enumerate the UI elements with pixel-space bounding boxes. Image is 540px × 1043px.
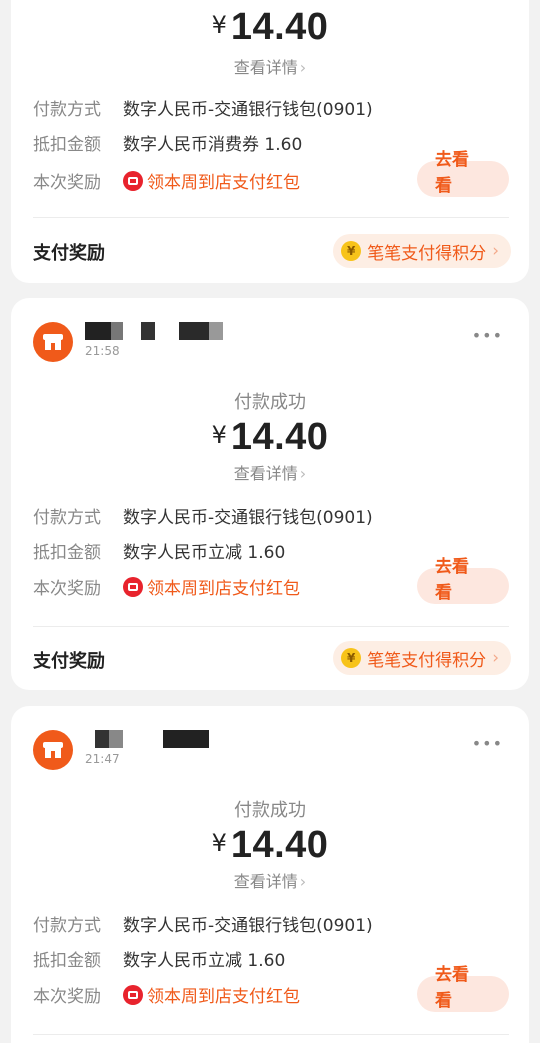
chevron-right-icon: ›	[492, 241, 499, 261]
go-see-button[interactable]: 去看看	[417, 150, 509, 197]
view-details-label: 查看详情	[233, 464, 298, 483]
view-details-link[interactable]: 查看详情 ›	[11, 54, 529, 78]
deduction-value: 数字人民币立减 1.60	[123, 543, 286, 563]
currency-symbol: ¥	[211, 421, 227, 449]
payment-method-value: 数字人民币-交通银行钱包(0901)	[123, 508, 373, 528]
gift-icon	[123, 576, 143, 597]
payment-status: 付款成功	[234, 800, 306, 821]
amount-value: 14.40	[230, 824, 329, 866]
transaction-time: 21:47	[85, 752, 120, 766]
pay-reward-title: 支付奖励	[33, 243, 105, 264]
reward-link[interactable]: 领本周到店支付红包	[123, 574, 300, 599]
chevron-right-icon: ›	[299, 58, 307, 77]
store-icon	[33, 730, 73, 770]
go-see-button[interactable]: 去看看	[417, 965, 509, 1012]
coin-icon: ¥	[341, 648, 362, 668]
reward-link[interactable]: 领本周到店支付红包	[123, 168, 300, 193]
payment-method-label: 付款方式	[33, 100, 101, 120]
payment-method-label: 付款方式	[33, 916, 101, 936]
view-details-link[interactable]: 查看详情 ›	[11, 460, 529, 484]
reward-text: 领本周到店支付红包	[147, 579, 300, 599]
amount-value: 14.40	[230, 6, 329, 48]
payment-method-row: 付款方式 数字人民币-交通银行钱包(0901)	[33, 95, 509, 121]
points-label: 笔笔支付得积分	[367, 650, 487, 671]
go-see-label: 去看看	[435, 150, 469, 196]
view-details-label: 查看详情	[233, 58, 298, 77]
divider	[33, 626, 509, 627]
chevron-right-icon: ›	[299, 464, 307, 483]
reward-label: 本次奖励	[33, 987, 101, 1007]
reward-text: 领本周到店支付红包	[147, 173, 300, 193]
amount: ¥14.40	[11, 416, 529, 459]
currency-symbol: ¥	[211, 829, 227, 857]
go-see-button[interactable]: 去看看	[417, 557, 509, 604]
gift-icon	[123, 984, 143, 1005]
points-label: 笔笔支付得积分	[367, 243, 487, 264]
divider	[33, 1034, 509, 1035]
payment-method-row: 付款方式 数字人民币-交通银行钱包(0901)	[33, 503, 509, 529]
chevron-right-icon: ›	[299, 872, 307, 891]
divider	[33, 217, 509, 218]
payment-method-row: 付款方式 数字人民币-交通银行钱包(0901)	[33, 911, 509, 937]
payment-method-label: 付款方式	[33, 508, 101, 528]
currency-symbol: ¥	[211, 11, 227, 39]
reward-text: 领本周到店支付红包	[147, 987, 300, 1007]
payment-method-value: 数字人民币-交通银行钱包(0901)	[123, 100, 373, 120]
transaction-list: ¥14.40 查看详情 › 付款方式 数字人民币-交通银行钱包(0901) 抵扣金…	[0, 0, 540, 1043]
view-details-label: 查看详情	[233, 872, 298, 891]
view-details-link[interactable]: 查看详情 ›	[11, 868, 529, 892]
merchant-name-redacted	[85, 730, 209, 750]
reward-label: 本次奖励	[33, 579, 101, 599]
deduction-label: 抵扣金额	[33, 951, 101, 971]
go-see-label: 去看看	[435, 557, 469, 603]
deduction-label: 抵扣金额	[33, 135, 101, 155]
more-icon[interactable]: •••	[472, 734, 503, 753]
payment-status: 付款成功	[234, 392, 306, 413]
merchant-row: 21:47 •••	[33, 730, 503, 774]
deduction-value: 数字人民币消费券 1.60	[123, 135, 303, 155]
reward-link[interactable]: 领本周到店支付红包	[123, 982, 300, 1007]
amount: ¥14.40	[11, 824, 529, 867]
store-icon	[33, 322, 73, 362]
deduction-label: 抵扣金额	[33, 543, 101, 563]
merchant-row: 21:58 •••	[33, 322, 503, 366]
transaction-card[interactable]: ¥14.40 查看详情 › 付款方式 数字人民币-交通银行钱包(0901) 抵扣金…	[11, 0, 529, 283]
transaction-card[interactable]: 21:47 ••• 付款成功 ¥14.40 查看详情 › 付款方式 数字人民币-交…	[11, 706, 529, 1043]
transaction-card[interactable]: 21:58 ••• 付款成功 ¥14.40 查看详情 › 付款方式 数字人民币-交…	[11, 298, 529, 690]
transaction-time: 21:58	[85, 344, 120, 358]
points-pill[interactable]: ¥ 笔笔支付得积分 ›	[333, 234, 511, 268]
reward-label: 本次奖励	[33, 173, 101, 193]
payment-method-value: 数字人民币-交通银行钱包(0901)	[123, 916, 373, 936]
coin-icon: ¥	[341, 241, 362, 261]
amount: ¥14.40	[11, 6, 529, 49]
deduction-value: 数字人民币立减 1.60	[123, 951, 286, 971]
points-pill[interactable]: ¥ 笔笔支付得积分 ›	[333, 641, 511, 675]
gift-icon	[123, 170, 143, 191]
go-see-label: 去看看	[435, 965, 469, 1011]
more-icon[interactable]: •••	[472, 326, 503, 345]
chevron-right-icon: ›	[492, 648, 499, 668]
amount-value: 14.40	[230, 416, 329, 458]
merchant-name-redacted	[85, 322, 223, 342]
pay-reward-title: 支付奖励	[33, 651, 105, 672]
